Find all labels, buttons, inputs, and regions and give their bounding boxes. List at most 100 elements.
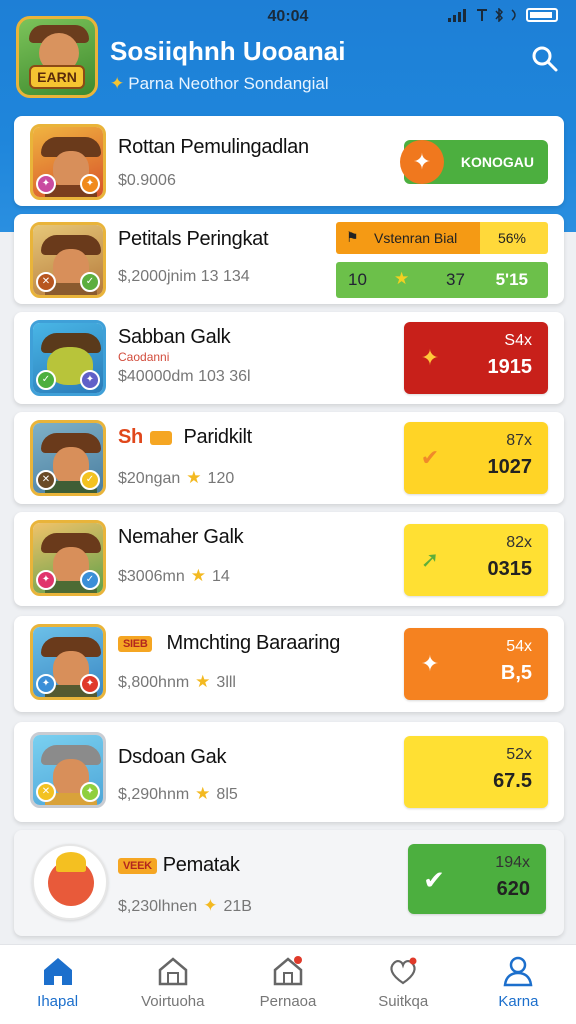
item-title: Sabban Galk — [118, 326, 231, 348]
payout-button[interactable]: ➚ 82x 0315 — [404, 524, 548, 596]
item-subtitle: $0.9006 — [118, 172, 176, 189]
rank-bar-value: 56% — [497, 230, 526, 246]
signal-icon — [448, 9, 466, 22]
claim-button-label: KONOGAU — [460, 154, 534, 170]
rank-bar-label: Vstenran Bial — [374, 230, 458, 246]
item-title: Pematak — [162, 854, 240, 876]
payout-button[interactable]: ✦ S4x 1915 — [404, 322, 548, 394]
payout-multiplier: 54x — [506, 638, 532, 655]
home-icon — [43, 958, 72, 985]
item-tag: Sh — [118, 426, 143, 448]
badge-icon: ✓ — [80, 272, 100, 292]
coin-value: 8l5 — [216, 786, 238, 803]
item-title: Dsdoan Gak — [118, 746, 227, 768]
coin-value: 3lll — [216, 674, 236, 691]
badge-icon: ✦ — [36, 674, 56, 694]
item-subtitle-row: $,230lhnen ✦ 21B — [118, 896, 252, 916]
list-item[interactable]: VEEK Pematak $,230lhnen ✦ 21B ✔ 194x 620 — [14, 830, 564, 936]
flag-icon: ⚑ — [346, 229, 359, 245]
check-icon: ✔ — [420, 445, 440, 470]
page-title: Sosiiqhnh Uooanai — [110, 36, 346, 66]
bluetooth-icon — [495, 8, 504, 22]
coin-icon: ★ — [195, 672, 211, 691]
app-logo: EARN — [16, 16, 98, 98]
profile-icon — [504, 956, 533, 987]
list-item[interactable]: ✕ ✓ Sh Paridkilt $20ngan ★ 120 ✔ 87x 1027 — [14, 412, 564, 504]
claim-button[interactable]: ✦ KONOGAU — [400, 140, 548, 184]
item-subtitle-row: $20ngan ★ 120 — [118, 468, 234, 488]
coin-icon: ✦ — [203, 896, 218, 915]
nav-item-4[interactable]: Suitkqa — [346, 945, 461, 1024]
house-outline-icon — [158, 957, 188, 986]
nav-item-home[interactable]: Ihapal — [0, 945, 115, 1024]
avatar: ✕ ✦ — [30, 732, 106, 808]
payout-button[interactable]: ✔ 87x 1027 — [404, 422, 548, 494]
score-right: 5'15 — [495, 270, 528, 289]
check-icon: ✔ — [423, 865, 445, 895]
list-item[interactable]: ✦ ✦ Rottan Pemulingadlan $0.9006 ✦ KONOG… — [14, 116, 564, 206]
item-tag: SIEB — [118, 635, 153, 652]
list-item[interactable]: ✦ ✓ Nemaher Galk $3006mn ★ 14 ➚ 82x 0315 — [14, 512, 564, 606]
item-title: Mmchting Baraaring — [166, 632, 341, 654]
item-subtitle: $20ngan — [118, 470, 181, 487]
list-item[interactable]: ✦ ✦ SIEB Mmchting Baraaring $,800hnm ★ 3lll… — [14, 616, 564, 712]
item-title: Petitals Peringkat — [118, 228, 269, 250]
payout-value: 67.5 — [493, 770, 532, 792]
coin-icon: ★ — [190, 566, 206, 585]
item-subtitle: $3006mn — [118, 568, 185, 585]
diamond-icon: ✦ — [420, 651, 440, 676]
item-subtitle: $,800hnm — [118, 674, 190, 691]
list-item[interactable]: ✕ ✦ Dsdoan Gak $,290hnm ★ 8l5 52x 67.5 — [14, 722, 564, 822]
nav-label: Karna — [498, 993, 539, 1010]
badge-icon: ✓ — [36, 370, 56, 390]
coin-value: 14 — [211, 568, 230, 585]
nav-label: Ihapal — [37, 993, 79, 1010]
item-subtitle: $,2000jnim 13 134 — [118, 268, 250, 285]
avatar: ✦ ✓ — [30, 520, 106, 596]
search-icon — [532, 46, 558, 72]
heart-chat-icon — [390, 957, 417, 985]
search-button[interactable] — [530, 44, 560, 74]
item-title-row: Sh Paridkilt — [118, 426, 252, 449]
item-title: Paridkilt — [183, 426, 253, 448]
nfc-icon — [511, 9, 516, 21]
coin-value: 120 — [207, 470, 235, 487]
badge-icon: ✦ — [80, 782, 100, 802]
badge-icon: ✕ — [36, 782, 56, 802]
page-subtitle: ✦ Parna Neothor Sondangial — [110, 74, 329, 94]
coin-value: 21B — [223, 898, 252, 915]
rank-box[interactable]: ⚑ Vstenran Bial 56% 10 ★ 37 5'15 — [336, 222, 548, 298]
coin-icon: ★ — [195, 784, 211, 803]
avatar: ✕ ✓ — [30, 222, 106, 298]
tag-badge-icon — [150, 430, 173, 445]
payout-button[interactable]: ✔ 194x 620 — [408, 844, 546, 914]
payout-value: 620 — [496, 878, 530, 900]
payout-button[interactable]: 52x 67.5 — [404, 736, 548, 808]
score-bar: 10 ★ 37 5'15 — [336, 262, 548, 298]
badge-icon: ✦ — [36, 174, 56, 194]
item-tag: VEEK — [118, 857, 157, 874]
badge-icon: ✕ — [36, 272, 56, 292]
payout-value: 0315 — [487, 558, 533, 580]
nav-label: Pernaoa — [259, 993, 317, 1010]
item-subtitle: $,290hnm — [118, 786, 190, 803]
payout-button[interactable]: ✦ 54x B,5 — [404, 628, 548, 700]
badge-icon: ✕ — [36, 470, 56, 490]
avatar: ✕ ✓ — [30, 420, 106, 496]
list-item[interactable]: ✕ ✓ Petitals Peringkat $,2000jnim 13 134… — [14, 214, 564, 304]
nav-item-2[interactable]: Voirtuoha — [115, 945, 230, 1024]
badge-icon: ✓ — [80, 570, 100, 590]
nav-item-3[interactable]: Pernaoa — [230, 945, 345, 1024]
item-title-row: VEEK Pematak — [118, 854, 240, 877]
item-subtitle: $,230lhnen — [118, 898, 198, 915]
item-subtitle: $40000dm 103 36l — [118, 368, 251, 385]
list-item[interactable]: ✓ ✦ Sabban Galk Caodanni $40000dm 103 36… — [14, 312, 564, 404]
badge-icon: ✓ — [80, 470, 100, 490]
status-icons — [448, 8, 558, 22]
payout-multiplier: 87x — [506, 432, 532, 449]
nav-item-profile[interactable]: Karna — [461, 945, 576, 1024]
house-notification-icon — [273, 956, 303, 986]
nav-label: Suitkqa — [378, 993, 429, 1010]
coin-icon: ★ — [186, 468, 202, 487]
arrow-icon: ➚ — [420, 547, 440, 572]
